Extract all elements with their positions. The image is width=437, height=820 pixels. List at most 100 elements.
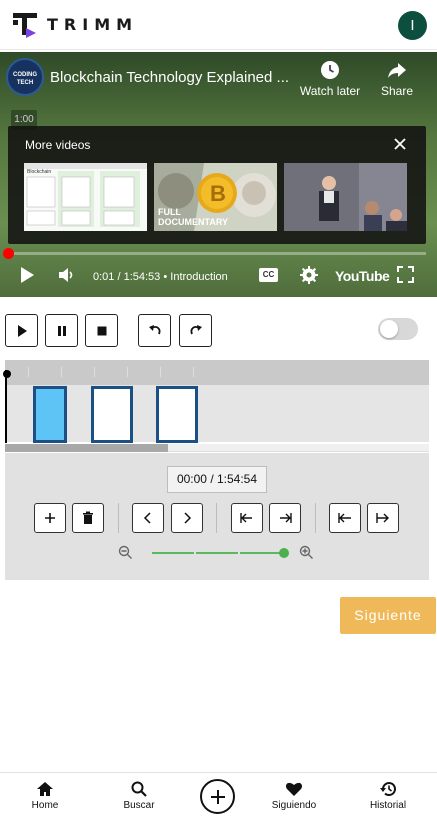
heart-icon [285, 782, 303, 796]
search-icon [131, 781, 147, 797]
trash-icon [83, 511, 93, 524]
user-avatar[interactable]: I [398, 11, 427, 40]
undo-button[interactable] [138, 314, 171, 347]
video-time-readout: 0:01 / 1:54:53 • Introduction [93, 271, 228, 283]
zoom-slider-gap [238, 551, 240, 555]
undo-icon [149, 325, 161, 335]
nav-item-home[interactable]: Home [10, 781, 80, 811]
more-videos-panel: More videos Blockchain B FULL DOCUMENTAR… [8, 126, 426, 244]
video-progress-bar[interactable] [8, 252, 426, 255]
share-button[interactable]: Share [362, 60, 432, 98]
ruler-tick [94, 367, 95, 377]
pause-icon [58, 326, 66, 336]
fullscreen-icon[interactable] [397, 266, 414, 283]
step-forward-button[interactable] [171, 503, 203, 533]
timeline-clip[interactable] [91, 386, 133, 443]
timeline-clip-selected[interactable] [33, 386, 67, 443]
jump-to-end-button[interactable] [269, 503, 301, 533]
pause-button[interactable] [45, 314, 78, 347]
trimm-logo-icon[interactable] [10, 10, 40, 40]
chevron-left-icon [143, 512, 151, 524]
watch-later-label: Watch later [299, 84, 361, 98]
add-marker-button[interactable] [34, 503, 66, 533]
ruler-tick [127, 367, 128, 377]
play-icon [18, 325, 27, 337]
thumbnail-speaker-image [284, 163, 407, 231]
stop-icon [97, 326, 107, 336]
video-thumbnail-2[interactable]: B FULL DOCUMENTARY [154, 163, 277, 231]
separator [216, 503, 217, 533]
video-duration: 1:54:53 [123, 271, 161, 283]
timeline-track[interactable] [5, 385, 429, 442]
timeline-playhead[interactable] [5, 370, 7, 443]
bar-arrow-right-icon [376, 513, 389, 523]
play-button[interactable] [5, 314, 38, 347]
timeline-scrollbar[interactable] [5, 444, 429, 452]
playhead-handle[interactable] [3, 370, 11, 378]
zoom-slider-handle[interactable] [279, 548, 289, 558]
thumbnail-1-heading: Blockchain [27, 169, 52, 175]
timeline-scrollbar-thumb[interactable] [5, 444, 168, 452]
chevron-right-icon [184, 512, 192, 524]
chapter-label[interactable]: Introduction [170, 271, 227, 283]
history-icon [380, 782, 396, 797]
more-videos-title: More videos [25, 138, 91, 152]
zoom-slider[interactable] [152, 552, 284, 554]
volume-icon[interactable] [57, 266, 75, 284]
video-play-icon[interactable] [18, 266, 36, 284]
video-thumbnail-3[interactable] [284, 163, 407, 231]
current-time: 0:01 [93, 271, 115, 283]
stop-button[interactable] [85, 314, 118, 347]
nav-label-following: Siguiendo [271, 800, 317, 811]
plus-icon [211, 790, 225, 804]
captions-button[interactable]: CC [259, 268, 278, 282]
timeline-clip[interactable] [156, 386, 198, 443]
nav-label-home: Home [31, 800, 59, 811]
video-thumbnail-1[interactable]: Blockchain [24, 163, 147, 231]
video-title[interactable]: Blockchain Technology Explained ... [50, 69, 295, 86]
step-back-button[interactable] [132, 503, 164, 533]
bottom-nav: Home Buscar Siguiendo Historial [0, 772, 437, 820]
ruler-tick [61, 367, 62, 377]
toggle-switch[interactable] [378, 318, 418, 340]
ruler-tick [193, 367, 194, 377]
channel-logo[interactable]: CODING TECH [6, 58, 44, 96]
jump-to-start-button[interactable] [231, 503, 263, 533]
share-icon [388, 63, 406, 78]
next-button[interactable]: Siguiente [340, 597, 436, 634]
svg-text:B: B [210, 181, 226, 206]
plus-icon [45, 513, 55, 523]
video-scrubber-handle[interactable] [3, 248, 14, 259]
toggle-knob [380, 320, 398, 338]
close-icon[interactable] [393, 137, 407, 151]
ruler-tick [28, 367, 29, 377]
clock-icon [321, 61, 339, 79]
nav-label-history: Historial [369, 800, 407, 811]
watch-later-button[interactable]: Watch later [295, 60, 365, 98]
nav-item-search[interactable]: Buscar [104, 781, 174, 811]
trim-start-button[interactable] [329, 503, 361, 533]
timeline-ruler[interactable] [5, 360, 429, 385]
arrow-to-right-bar-icon [280, 513, 292, 523]
redo-button[interactable] [179, 314, 212, 347]
thumbnail-2-caption: FULL DOCUMENTARY [158, 207, 228, 227]
video-player[interactable]: CODING TECH Blockchain Technology Explai… [0, 52, 437, 297]
delete-button[interactable] [72, 503, 104, 533]
separator [118, 503, 119, 533]
settings-gear-icon[interactable] [300, 266, 318, 284]
zoom-in-icon[interactable] [299, 545, 314, 560]
app-root: TRIMM I CODING TECH Blockchain Technolog… [0, 0, 437, 820]
nav-item-following[interactable]: Siguiendo [259, 781, 329, 811]
zoom-out-icon[interactable] [118, 545, 133, 560]
home-icon [37, 782, 53, 796]
top-bar: TRIMM I [0, 0, 437, 50]
zoom-slider-gap [194, 551, 196, 555]
youtube-logo[interactable]: YouTube [335, 268, 390, 284]
add-button[interactable] [200, 779, 235, 814]
nav-item-history[interactable]: Historial [353, 781, 423, 811]
time-display: 00:00 / 1:54:54 [167, 466, 267, 493]
redo-icon [190, 325, 202, 335]
nav-label-search: Buscar [123, 800, 155, 811]
share-label: Share [380, 84, 414, 98]
trim-end-button[interactable] [367, 503, 399, 533]
